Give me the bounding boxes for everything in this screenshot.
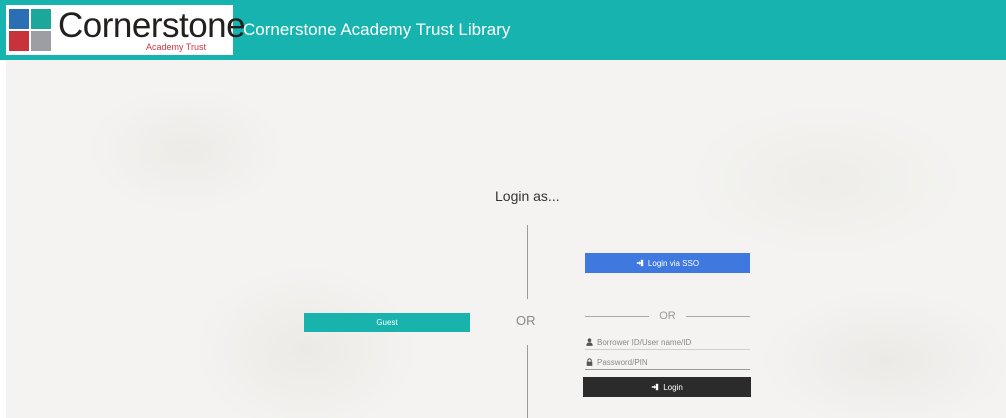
site-header: Cornerstone Academy Trust Cornerstone Ac… bbox=[0, 0, 1006, 60]
password-field[interactable] bbox=[585, 355, 750, 370]
or-separator-center: OR bbox=[516, 313, 536, 328]
site-title: Cornerstone Academy Trust Library bbox=[243, 20, 511, 39]
username-input[interactable] bbox=[597, 336, 747, 348]
divider-line-bottom bbox=[527, 345, 528, 418]
logo-wordmark: Cornerstone bbox=[58, 6, 246, 45]
or-separator-right: OR bbox=[585, 309, 750, 323]
password-input[interactable] bbox=[597, 356, 747, 368]
lock-icon bbox=[585, 358, 593, 366]
login-heading: Login as... bbox=[495, 188, 560, 204]
logo-subtext: Academy Trust bbox=[146, 42, 207, 52]
username-field[interactable] bbox=[585, 335, 750, 350]
login-button-label: Login bbox=[663, 382, 683, 392]
sign-in-icon bbox=[636, 259, 644, 267]
or-separator-right-text: OR bbox=[659, 310, 676, 322]
user-icon bbox=[585, 338, 593, 346]
login-button[interactable]: Login bbox=[583, 377, 751, 397]
login-sso-button[interactable]: Login via SSO bbox=[585, 253, 750, 273]
guest-button[interactable]: Guest bbox=[304, 313, 470, 332]
cornerstone-logo[interactable]: Cornerstone Academy Trust bbox=[6, 5, 246, 55]
logo-mark-icon bbox=[9, 9, 51, 51]
login-sso-label: Login via SSO bbox=[647, 258, 700, 268]
sign-in-icon bbox=[651, 383, 659, 391]
background-image bbox=[6, 60, 1006, 418]
guest-button-label: Guest bbox=[376, 318, 398, 327]
divider-line-top bbox=[527, 225, 528, 299]
